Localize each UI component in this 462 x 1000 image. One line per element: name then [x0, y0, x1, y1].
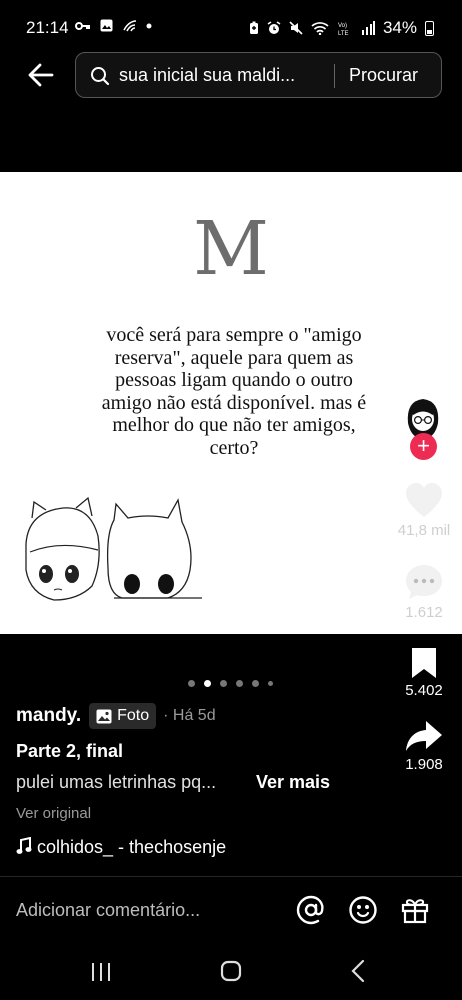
comment-divider: [0, 876, 462, 877]
music-note-icon: [16, 837, 32, 854]
cat-hat-drawing: [25, 496, 202, 601]
comment-count: 1.612: [405, 604, 443, 621]
home-icon[interactable]: [220, 960, 242, 982]
wifi-calling-icon: [123, 20, 137, 32]
carousel-dots: [188, 680, 273, 687]
search-query[interactable]: sua inicial sua maldi...: [119, 65, 295, 86]
status-time: 21:14: [26, 18, 69, 37]
carousel-dot[interactable]: [252, 680, 259, 687]
save-count: 5.402: [405, 682, 443, 699]
heart-icon: [406, 483, 442, 517]
battery-percent: 34%: [382, 18, 417, 37]
carousel-dot-active[interactable]: [204, 680, 211, 687]
mute-icon: [289, 21, 303, 35]
svg-text:LTE: LTE: [338, 31, 349, 36]
recent-apps-icon[interactable]: [90, 962, 112, 982]
carousel-dot[interactable]: [268, 681, 273, 686]
key-icon: [75, 21, 90, 30]
music-track[interactable]: colhidos_ - thechosenje: [16, 837, 226, 858]
battery-saver-icon: [249, 21, 258, 34]
alarm-icon: [267, 21, 281, 34]
status-bar: 21:14 Vo) LTE 34%: [0, 0, 462, 56]
post-meta: mandy. Foto · Há 5d: [16, 703, 216, 729]
photo-tag-label: Foto: [117, 707, 150, 724]
comment-input[interactable]: Adicionar comentário...: [16, 900, 200, 921]
like-button[interactable]: 41,8 mil: [396, 482, 452, 539]
nav-back-icon[interactable]: [350, 959, 366, 983]
save-button[interactable]: 5.402: [396, 646, 452, 699]
post-title: Parte 2, final: [16, 741, 124, 761]
post-quote: você será para sempre o "amigo reserva",…: [101, 324, 367, 459]
post-description: pulei umas letrinhas pq...: [16, 772, 217, 792]
mention-icon[interactable]: [296, 895, 326, 925]
comment-icon: [406, 565, 442, 599]
signal-icon: [361, 21, 375, 35]
image-icon: [100, 19, 113, 32]
system-nav-bar: [0, 944, 462, 1000]
see-more-button[interactable]: Ver mais: [256, 772, 330, 793]
search-divider: [334, 64, 335, 88]
share-arrow-icon: [406, 721, 442, 751]
back-arrow-icon[interactable]: [26, 60, 56, 90]
post-image[interactable]: M você será para sempre o "amigo reserva…: [0, 172, 462, 634]
svg-text:Vo): Vo): [338, 23, 347, 29]
post-letter: M: [193, 206, 269, 292]
photo-icon: [96, 709, 112, 723]
search-bar[interactable]: sua inicial sua maldi... Procurar: [75, 52, 442, 98]
carousel-dot[interactable]: [220, 680, 227, 687]
music-label: colhidos_ - thechosenje: [37, 837, 227, 857]
comment-button[interactable]: 1.612: [396, 562, 452, 621]
carousel-dot[interactable]: [236, 680, 243, 687]
gift-icon[interactable]: [400, 895, 430, 925]
see-original-link[interactable]: Ver original: [16, 805, 91, 822]
emoji-icon[interactable]: [348, 895, 378, 925]
dot-icon: [146, 23, 152, 28]
share-count: 1.908: [405, 756, 443, 773]
post-time: · Há 5d: [163, 707, 216, 724]
carousel-dot[interactable]: [188, 680, 195, 687]
username[interactable]: mandy.: [16, 705, 81, 727]
like-count: 41,8 mil: [397, 522, 451, 539]
battery-icon: [425, 20, 434, 36]
wifi-icon: [311, 22, 329, 35]
photo-tag: Foto: [89, 703, 157, 729]
bookmark-icon: [412, 648, 436, 678]
volte-icon: Vo) LTE: [338, 23, 349, 36]
follow-button[interactable]: +: [410, 433, 437, 460]
search-icon: [91, 67, 110, 86]
share-button[interactable]: 1.908: [396, 718, 452, 773]
search-button[interactable]: Procurar: [349, 65, 418, 86]
